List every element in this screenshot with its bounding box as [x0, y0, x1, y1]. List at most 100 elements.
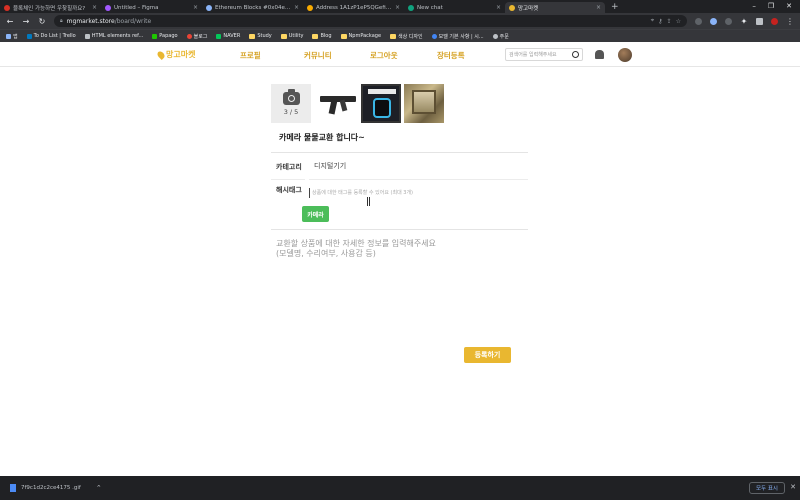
download-bar: 7f9c1d2c2ce4175 .gif ⌃ 모두 표시 ✕ [0, 476, 800, 500]
camera-icon [282, 88, 300, 105]
minimize-icon[interactable]: – [752, 2, 756, 10]
profile-icon[interactable] [771, 17, 778, 25]
tab-title: 망고마켓 [518, 5, 539, 12]
bookmark-item[interactable]: Papago [152, 33, 178, 39]
extension-icon[interactable] [725, 17, 732, 25]
show-all-downloads-button[interactable]: 모두 표시 [749, 482, 785, 494]
thumbnail-graphic [412, 90, 436, 114]
text-cursor-icon [367, 197, 370, 206]
bookmark-label: Study [257, 33, 272, 39]
blog-icon [186, 33, 192, 39]
bookmark-folder[interactable]: 색상 디자인 [390, 33, 423, 40]
browser-tab[interactable]: 블록체인 가능하면 우찾힐까요? × [0, 2, 101, 13]
bookmark-label: 주문 [499, 33, 509, 40]
close-icon[interactable]: ✕ [790, 483, 796, 491]
tab-close-icon[interactable]: × [193, 4, 198, 11]
bookmark-folder[interactable]: NpmPackage [340, 33, 381, 39]
bell-icon[interactable] [595, 50, 604, 59]
maximize-icon[interactable]: ❐ [768, 2, 774, 10]
hashtag-chip[interactable]: 카메라 [302, 206, 329, 222]
tab-title: Ethereum Blocks #0x04e067405 [215, 4, 291, 11]
bookmark-folder[interactable]: Study [249, 33, 272, 39]
hashtag-input[interactable]: 상품에 대한 태그를 등록할 수 있어요 (최대 3개) [309, 188, 509, 198]
nav-profile[interactable]: 프로필 [240, 50, 261, 61]
image-upload-button[interactable]: 3 / 5 [271, 84, 311, 123]
url-field[interactable]: 🔒︎ mgmarket.store/board/write ⌖ ⚷ ⇪ ☆ [54, 15, 687, 27]
nav-community[interactable]: 커뮤니티 [304, 50, 332, 61]
bookmarks-bar: 앱 To Do List | Trello HTML elements ref.… [0, 29, 800, 42]
bookmark-item[interactable]: 주문 [492, 33, 509, 40]
extension-icon[interactable] [695, 17, 702, 25]
back-icon[interactable]: ← [6, 17, 14, 26]
image-thumbnail[interactable] [318, 84, 358, 123]
post-title-input[interactable]: 카메라 물물교환 합니다~ [279, 132, 365, 143]
google-icon [431, 33, 437, 39]
file-icon [10, 484, 16, 492]
logo-text: 망고마켓 [166, 50, 196, 59]
divider [271, 152, 528, 153]
bookmark-label: HTML elements ref... [91, 33, 144, 39]
bookmark-folder[interactable]: Blog [312, 33, 332, 39]
browser-tab[interactable]: New chat × [404, 2, 505, 13]
tab-close-icon[interactable]: × [294, 4, 299, 11]
url-path: /board/write [114, 17, 152, 25]
tab-favicon-icon [509, 4, 515, 11]
bookmark-item[interactable]: 앱 [6, 33, 18, 40]
forward-icon[interactable]: → [22, 17, 30, 26]
browser-tab[interactable]: Address 1A1zP1eP5QGefi2DMP× [303, 2, 404, 13]
bookmark-item[interactable]: HTML elements ref... [84, 33, 144, 39]
window-close-icon[interactable]: ✕ [786, 2, 792, 10]
globe-icon [492, 33, 498, 39]
puzzle-icon[interactable]: ✦ [740, 17, 748, 26]
bookmark-label: 블로그 [193, 33, 208, 40]
key-icon[interactable]: ⚷ [658, 18, 662, 25]
bookmark-folder[interactable]: Utility [280, 33, 303, 39]
extension-icon[interactable] [710, 17, 717, 25]
tab-title: New chat [417, 4, 443, 11]
folder-icon [340, 33, 347, 39]
chevron-up-icon[interactable]: ⌃ [96, 484, 102, 492]
site-search-input[interactable]: 검색어를 입력해주세요 [505, 48, 583, 61]
star-icon[interactable]: ☆ [676, 18, 681, 25]
bookmark-item[interactable]: To Do List | Trello [26, 33, 76, 39]
divider [309, 179, 528, 180]
nav-market-register[interactable]: 장터등록 [437, 50, 465, 61]
more-menu-icon[interactable]: ⋮ [786, 17, 794, 26]
tab-close-icon[interactable]: × [92, 4, 97, 11]
nav-logout[interactable]: 로그아웃 [370, 50, 398, 61]
download-item[interactable]: 7f9c1d2c2ce4175 .gif ⌃ [10, 484, 102, 492]
browser-tab-strip: 블록체인 가능하면 우찾힐까요? × Untitled – Figma × Ethe… [0, 0, 800, 13]
map-pin-icon [156, 49, 166, 60]
tab-close-icon[interactable]: × [496, 4, 501, 11]
image-thumbnail[interactable] [404, 84, 444, 123]
category-select[interactable]: 디지털기기 [314, 161, 346, 171]
share-icon[interactable]: ⇪ [667, 18, 672, 25]
description-textarea[interactable]: 교환할 상품에 대한 자세한 정보를 입력해주세요 (모델명, 수리여부, 사용… [276, 239, 526, 259]
bookmark-item[interactable]: 모델 기본 사항 | 시... [431, 33, 484, 40]
submit-button[interactable]: 등록하기 [464, 347, 511, 363]
thumbnail-graphic [320, 96, 356, 102]
bookmark-item[interactable]: NAVER [216, 33, 240, 39]
tab-close-icon[interactable]: × [596, 4, 601, 11]
sidepanel-icon[interactable] [756, 17, 763, 25]
browser-tab[interactable]: Ethereum Blocks #0x04e067405× [202, 2, 303, 13]
bookmark-label: 모델 기본 사항 | 시... [438, 33, 484, 40]
folder-icon [390, 33, 397, 39]
bookmark-item[interactable]: 블로그 [186, 33, 208, 40]
bookmark-label: To Do List | Trello [33, 33, 76, 39]
new-tab-button[interactable]: + [605, 2, 625, 13]
tab-close-icon[interactable]: × [395, 4, 400, 11]
site-logo[interactable]: 망고마켓 [156, 49, 196, 60]
image-count: 3 / 5 [283, 107, 299, 116]
tab-title: 블록체인 가능하면 우찾힐까요? [13, 5, 86, 12]
divider [271, 179, 305, 180]
location-icon[interactable]: ⌖ [651, 17, 654, 25]
image-thumbnail[interactable] [361, 84, 401, 123]
avatar[interactable] [618, 48, 632, 62]
browser-tab-active[interactable]: 망고마켓 × [505, 2, 605, 13]
reload-icon[interactable]: ↻ [38, 17, 46, 26]
browser-tab[interactable]: Untitled – Figma × [101, 2, 202, 13]
tab-favicon-icon [307, 4, 313, 11]
apps-icon [6, 33, 11, 39]
search-icon[interactable] [572, 51, 579, 58]
